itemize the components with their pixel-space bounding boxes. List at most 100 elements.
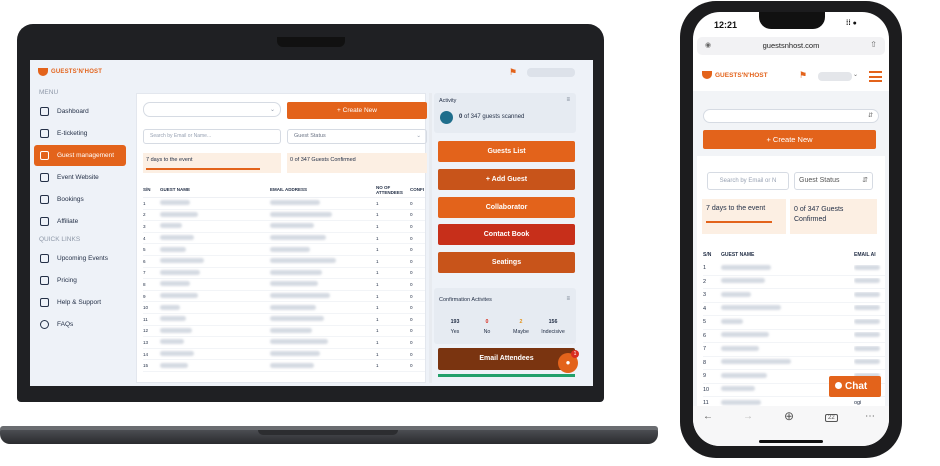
sidebar-item-label: Help & Support <box>57 299 102 306</box>
stat-label: Indecisive <box>541 329 565 335</box>
table-row[interactable]: 10 1 0 <box>143 302 425 314</box>
sidebar-item-event-website[interactable]: Event Website <box>34 167 126 188</box>
filter-icon[interactable]: ≡ <box>566 97 570 103</box>
row-attendees: 1 <box>376 305 379 311</box>
row-guest-name-redacted <box>721 359 854 366</box>
table-row[interactable]: 11 1 0 <box>143 314 425 326</box>
chevron-updown-icon: ⇵ <box>862 177 868 184</box>
table-row[interactable]: 3 <box>703 289 885 303</box>
table-row[interactable]: 15 1 0 <box>143 360 425 372</box>
search-input[interactable]: Search by Email or Name... <box>143 129 281 144</box>
table-row[interactable]: 6 <box>703 330 885 343</box>
row-guest-name-redacted <box>721 278 854 285</box>
laptop-camera-notch <box>277 37 345 47</box>
guest-status-select[interactable]: Guest Status ⇵ <box>794 172 873 190</box>
scrollbar[interactable] <box>429 93 432 383</box>
days-progress-bar <box>146 168 260 170</box>
table-row[interactable]: 2 <box>703 276 885 289</box>
sidebar-item-label: Upcoming Events <box>57 255 108 262</box>
seatings-label: Seatings <box>491 259 522 266</box>
create-new-button[interactable]: + Create New <box>703 130 876 149</box>
sidebar-item-help[interactable]: Help & Support <box>34 292 126 313</box>
bell-icon[interactable]: ⚑ <box>509 67 518 77</box>
email-attendees-label: Email Attendees <box>479 355 534 362</box>
brand-logo[interactable]: GUESTS'N'HOST <box>38 68 102 76</box>
table-row[interactable]: 8 <box>703 357 885 370</box>
table-row[interactable]: 1 1 0 <box>143 198 425 210</box>
days-to-event-text: 7 days to the event <box>146 157 193 163</box>
share-icon[interactable]: ⇧ <box>870 40 877 49</box>
ticket-icon <box>40 129 49 138</box>
user-menu[interactable] <box>818 72 852 81</box>
days-to-event-text: 7 days to the event <box>706 205 766 212</box>
question-icon <box>40 320 49 329</box>
sidebar-item-dashboard[interactable]: Dashboard <box>34 101 126 122</box>
seatings-button[interactable]: Seatings <box>438 252 575 273</box>
bell-icon[interactable]: ⚑ <box>799 70 807 81</box>
contact-book-button[interactable]: Contact Book <box>438 224 575 245</box>
table-row[interactable]: 7 1 0 <box>143 268 425 280</box>
user-menu[interactable] <box>527 68 575 77</box>
table-row[interactable]: 12 1 0 <box>143 326 425 338</box>
table-row[interactable]: 9 1 0 <box>143 291 425 303</box>
guests-confirmed-card: 0 of 347 Guests Confirmed <box>287 153 427 173</box>
collaborator-button[interactable]: Collaborator <box>438 197 575 218</box>
sidebar-item-label: Guest management <box>57 152 115 159</box>
table-body: 12345678910adoaki11ogi12paulnae <box>703 262 885 424</box>
chevron-down-icon[interactable]: ⌄ <box>853 71 858 78</box>
brand-logo[interactable]: GUESTS'N'HOST <box>702 71 768 79</box>
chat-notification-badge: 1 <box>571 350 579 358</box>
row-guest-name-redacted <box>160 293 270 299</box>
table-row[interactable]: 14 1 0 <box>143 349 425 361</box>
sidebar-item-e-ticketing[interactable]: E-ticketing <box>34 123 126 144</box>
back-arrow-icon[interactable]: ← <box>703 411 713 422</box>
table-row[interactable]: 1 <box>703 262 885 276</box>
sidebar-item-guest-management[interactable]: Guest management <box>34 145 126 166</box>
guest-status-select[interactable]: Guest Status ⌄ <box>287 129 427 144</box>
table-row[interactable]: 7 <box>703 343 885 357</box>
table-row[interactable]: 4 <box>703 303 885 316</box>
table-row[interactable]: 4 1 0 <box>143 233 425 245</box>
sidebar-item-affiliate[interactable]: Affiliate <box>34 211 126 232</box>
row-email <box>854 345 885 353</box>
row-attendees: 1 <box>376 235 379 241</box>
mobile-header: GUESTS'N'HOST ⚑ ⌄ <box>693 63 889 91</box>
hamburger-menu-icon[interactable] <box>869 71 882 82</box>
table-row[interactable]: 8 1 0 <box>143 279 425 291</box>
scanned-summary: 0 of 347 guests scanned <box>459 114 524 120</box>
row-email-redacted <box>270 304 376 311</box>
event-select[interactable]: ⇵ <box>703 109 879 123</box>
chevron-down-icon: ⌄ <box>416 133 421 139</box>
table-row[interactable]: 5 1 0 <box>143 244 425 256</box>
new-tab-icon[interactable]: ⊕ <box>784 409 794 423</box>
row-sn: 4 <box>703 305 707 312</box>
create-new-button[interactable]: + Create New <box>287 102 427 119</box>
sidebar-item-bookings[interactable]: Bookings <box>34 189 126 210</box>
filter-icon[interactable]: ≡ <box>566 296 570 302</box>
browser-address-bar[interactable]: ◉ guestsnhost.com ⇧ <box>697 37 885 55</box>
add-guest-button[interactable]: + Add Guest <box>438 169 575 190</box>
row-guest-name-redacted <box>721 318 854 326</box>
row-attendees: 1 <box>376 223 379 229</box>
event-select[interactable]: ⌄ <box>143 102 281 117</box>
email-attendees-button[interactable]: Email Attendees <box>438 348 575 370</box>
chat-button[interactable]: Chat <box>829 376 881 397</box>
sidebar-item-pricing[interactable]: Pricing <box>34 270 126 291</box>
more-icon[interactable]: ⋯ <box>865 411 875 422</box>
row-email <box>854 332 885 339</box>
sidebar-item-upcoming-events[interactable]: Upcoming Events <box>34 248 126 269</box>
search-input[interactable]: Search by Email or N <box>707 172 789 190</box>
guests-list-button[interactable]: Guests List <box>438 141 575 162</box>
forward-arrow-icon[interactable]: → <box>743 411 753 422</box>
sidebar-item-faqs[interactable]: FAQs <box>34 314 126 335</box>
table-row[interactable]: 6 1 0 <box>143 256 425 268</box>
scan-icon <box>440 111 453 124</box>
table-row[interactable]: 2 1 0 <box>143 210 425 222</box>
row-email-redacted <box>270 211 376 218</box>
tabs-count-icon[interactable]: 22 <box>825 414 838 422</box>
table-row[interactable]: 3 1 0 <box>143 221 425 233</box>
add-guest-label: + Add Guest <box>485 176 528 183</box>
table-row[interactable]: 13 1 0 <box>143 337 425 349</box>
table-row[interactable]: 5 <box>703 316 885 330</box>
laptop-lip <box>258 430 398 435</box>
